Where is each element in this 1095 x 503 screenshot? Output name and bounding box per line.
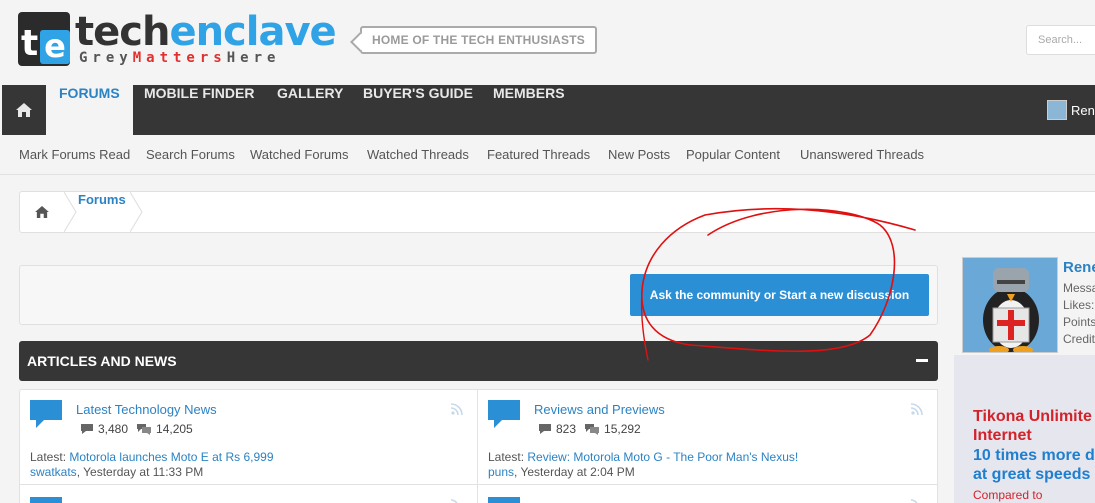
forum-title[interactable]: Latest Technology News [76,402,217,417]
subnav-search-forums[interactable]: Search Forums [146,147,235,162]
latest-thread-link[interactable]: Review: Motorola Moto G - The Poor Man's… [527,450,798,464]
forum-stats: 3,480 14,205 [80,422,193,436]
visitor-avatar[interactable] [962,257,1058,353]
latest-thread-link[interactable]: Motorola launches Moto E at Rs 6,999 [69,450,273,464]
user-avatar [1047,100,1067,120]
ad-line-2: Internet [973,427,1032,444]
logo-mark-t: t [21,23,39,64]
subnav-popular-content[interactable]: Popular Content [686,147,780,162]
nav-home-button[interactable] [2,85,46,135]
penguin-knight-icon [963,258,1057,352]
latest-time: Yesterday at 11:33 PM [83,465,204,479]
subnav-new-posts[interactable]: New Posts [608,147,670,162]
forum-node [19,485,478,503]
speech-bubble-icon [30,497,62,503]
rss-icon[interactable] [451,497,463,503]
ad-small-text: Compared to [973,488,1043,502]
site-tagline: HOME OF THE TECH ENTHUSIASTS [360,26,597,54]
logo-slogan-grey: Grey [79,50,133,66]
home-icon [35,206,49,218]
category-title: ARTICLES AND NEWS [27,353,177,369]
subnav-unanswered-threads[interactable]: Unanswered Threads [800,147,924,162]
latest-prefix: Latest: [30,450,67,464]
logo-slogan-here: Here [226,50,281,66]
forum-title[interactable]: Reviews and Previews [534,402,665,417]
logo-wordmark: techenclave [75,9,337,55]
visitor-stat-credits: Credit [1063,332,1095,346]
logo-mark-e: e [40,30,70,64]
logo-slogan-matters: Matters [132,50,227,66]
comments-icon [137,424,152,435]
ad-line-1: Tikona Unlimite [973,408,1092,425]
nav-tab-forums[interactable]: FORUMS [46,85,133,135]
sidebar-advertisement[interactable]: Tikona Unlimite Internet 10 times more d… [954,355,1095,503]
breadcrumb-separator [64,192,77,232]
user-menu[interactable]: Ren [1047,100,1095,120]
speech-bubble-icon [30,400,62,428]
site-logo[interactable]: t e techenclave GreyMattersHere [18,12,338,68]
home-icon [16,103,32,117]
rss-icon[interactable] [451,403,463,415]
latest-meta: swatkats, Yesterday at 11:33 PM [30,465,204,479]
rss-icon[interactable] [911,497,923,503]
latest-thread: Latest: Review: Motorola Moto G - The Po… [488,450,798,464]
thread-count: 3,480 [98,422,129,436]
speech-bubble-icon [488,400,520,428]
comment-icon [539,424,551,434]
subnav-featured-threads[interactable]: Featured Threads [487,147,590,162]
latest-time: Yesterday at 2:04 PM [520,465,635,479]
logo-word-enclave: enclave [169,9,336,55]
forum-node: Reviews and Previews 823 15,292 Latest: … [478,389,938,485]
ad-line-3: 10 times more d [973,447,1095,464]
minus-icon[interactable] [916,359,928,362]
latest-thread: Latest: Motorola launches Moto E at Rs 6… [30,450,274,464]
visitor-stat-likes: Likes: [1063,298,1095,312]
sub-navigation: Mark Forums Read Search Forums Watched F… [0,135,1095,175]
thread-count: 823 [556,422,577,436]
main-navigation: FORUMS MOBILE FINDER GALLERY BUYER'S GUI… [2,85,1095,135]
message-count: 14,205 [156,422,193,436]
breadcrumb: Forums [19,191,1095,233]
forum-stats: 823 15,292 [538,422,641,436]
comment-icon [81,424,93,434]
forum-node: Latest Technology News 3,480 14,205 Late… [19,389,478,485]
search-input[interactable]: Search... [1026,25,1095,55]
rss-icon[interactable] [911,403,923,415]
nav-tab-members[interactable]: MEMBERS [493,85,565,135]
breadcrumb-separator [130,192,143,232]
latest-meta: puns, Yesterday at 2:04 PM [488,465,635,479]
new-discussion-button[interactable]: Ask the community or Start a new discuss… [630,274,929,316]
subnav-watched-forums[interactable]: Watched Forums [250,147,349,162]
latest-user-link[interactable]: swatkats [30,465,77,479]
category-header[interactable]: ARTICLES AND NEWS [19,341,938,381]
logo-mark: t e [18,12,70,66]
breadcrumb-home[interactable] [20,192,64,232]
forum-node [478,485,938,503]
ad-line-4: at great speeds [973,466,1091,483]
logo-slogan: GreyMattersHere [79,50,280,66]
visitor-name[interactable]: Rene [1063,259,1095,276]
breadcrumb-forums[interactable]: Forums [78,192,126,207]
comments-icon [585,424,600,435]
nav-tab-buyers-guide[interactable]: BUYER'S GUIDE [363,85,473,135]
speech-bubble-icon [488,497,520,503]
message-count: 15,292 [604,422,641,436]
latest-prefix: Latest: [488,450,525,464]
visitor-panel: Rene Messa Likes: Points Credit [954,257,1095,355]
site-header: t e techenclave GreyMattersHere HOME OF … [0,0,1095,85]
user-name: Ren [1071,102,1095,118]
subnav-mark-forums-read[interactable]: Mark Forums Read [19,147,130,162]
logo-word-tech: tech [75,9,170,55]
subnav-watched-threads[interactable]: Watched Threads [367,147,469,162]
nav-tab-mobile-finder[interactable]: MOBILE FINDER [144,85,254,135]
nav-tab-gallery[interactable]: GALLERY [277,85,343,135]
visitor-stat-points: Points [1063,315,1095,329]
latest-user-link[interactable]: puns [488,465,514,479]
visitor-stat-messages: Messa [1063,281,1095,295]
